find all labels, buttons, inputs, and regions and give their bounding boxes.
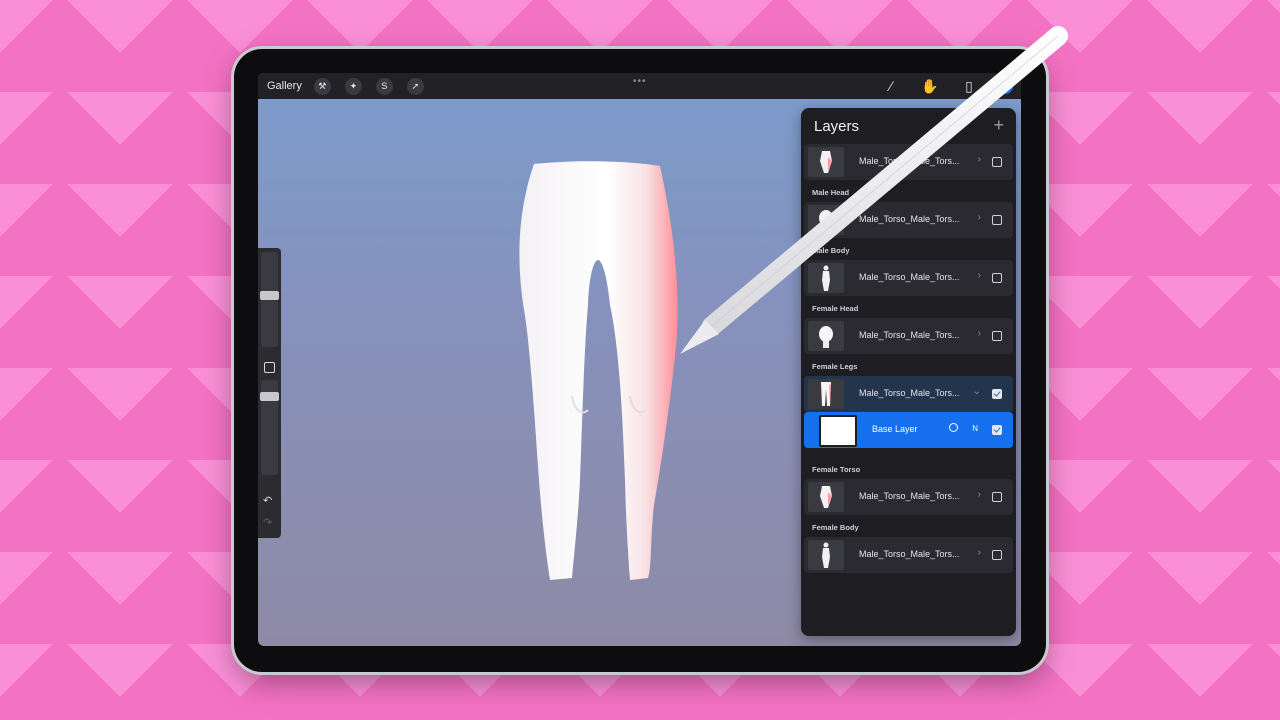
chevron-down-icon[interactable]: ⌄: [973, 386, 981, 397]
torso-thumbnail-icon: [808, 482, 844, 512]
layer-row[interactable]: Male_Torso_Male_Tors... ›: [804, 144, 1013, 180]
brush-icon[interactable]: ∕: [881, 76, 901, 96]
visibility-checkbox[interactable]: [992, 215, 1002, 225]
visibility-checkbox[interactable]: [992, 331, 1002, 341]
transform-arrow-icon[interactable]: ➚: [406, 77, 424, 95]
layers-header: Layers +: [801, 108, 1016, 144]
layer-name: Male_Torso_Male_Tors...: [859, 330, 960, 340]
layer-name: Male_Torso_Male_Tors...: [859, 214, 960, 224]
reference-icon[interactable]: [949, 423, 958, 432]
group-label[interactable]: Male Head: [801, 180, 1016, 202]
selection-icon[interactable]: S: [375, 77, 393, 95]
visibility-checkbox[interactable]: [992, 425, 1002, 435]
visibility-checkbox[interactable]: [992, 157, 1002, 167]
layer-row[interactable]: Male_Torso_Male_Tors... ›: [804, 479, 1013, 515]
layer-row[interactable]: Male_Torso_Male_Tors... ›: [804, 537, 1013, 573]
chevron-right-icon[interactable]: ›: [978, 154, 981, 165]
torso-thumbnail-icon: [808, 147, 844, 177]
visibility-checkbox[interactable]: [992, 492, 1002, 502]
add-layer-button[interactable]: +: [993, 115, 1004, 136]
group-label[interactable]: Female Legs: [801, 354, 1016, 376]
chevron-right-icon[interactable]: ›: [978, 270, 981, 281]
color-picker-button[interactable]: [997, 78, 1013, 94]
legs-thumbnail-icon: [808, 379, 844, 409]
opacity-thumb[interactable]: [260, 392, 279, 401]
layers-panel: Layers + Male_Torso_Male_Tors... › Male …: [801, 108, 1016, 636]
body-thumbnail-icon: [808, 540, 844, 570]
redo-icon[interactable]: ↷: [263, 516, 272, 529]
group-label[interactable]: Female Head: [801, 296, 1016, 318]
drag-handle-icon[interactable]: •••: [633, 76, 647, 87]
layer-row[interactable]: Male_Torso_Male_Tors... ›: [804, 202, 1013, 238]
head-thumbnail-icon: [808, 321, 844, 351]
base-layer-thumbnail: [819, 415, 857, 447]
body-thumbnail-icon: [808, 263, 844, 293]
layers-title: Layers: [814, 118, 860, 135]
undo-icon[interactable]: ↶: [263, 494, 272, 507]
layer-row[interactable]: Male_Torso_Male_Tors... ›: [804, 260, 1013, 296]
legs-3d-model[interactable]: [512, 160, 687, 585]
layer-row-expanded[interactable]: Male_Torso_Male_Tors... ⌄: [804, 376, 1013, 412]
visibility-checkbox[interactable]: [992, 273, 1002, 283]
top-toolbar: Gallery ⚒ ✦ S ➚ ••• ∕ ✋ ▯: [258, 73, 1021, 99]
base-layer-name: Base Layer: [872, 424, 918, 434]
modify-button[interactable]: [264, 362, 275, 373]
visibility-checkbox[interactable]: [992, 550, 1002, 560]
brush-size-thumb[interactable]: [260, 291, 279, 300]
group-label[interactable]: Female Torso: [801, 457, 1016, 479]
eraser-icon[interactable]: ▯: [959, 76, 979, 96]
head-thumbnail-icon: [808, 205, 844, 235]
visibility-checkbox[interactable]: [992, 389, 1002, 399]
chevron-right-icon[interactable]: ›: [978, 328, 981, 339]
wrench-icon[interactable]: ⚒: [313, 77, 331, 95]
layer-name: Male_Torso_Male_Tors...: [859, 156, 960, 166]
blend-mode-label[interactable]: N: [972, 424, 978, 433]
chevron-right-icon[interactable]: ›: [978, 547, 981, 558]
layer-name: Male_Torso_Male_Tors...: [859, 388, 960, 398]
base-layer-row[interactable]: Base Layer N: [804, 412, 1013, 448]
chevron-right-icon[interactable]: ›: [978, 489, 981, 500]
smudge-icon[interactable]: ✋: [920, 76, 940, 96]
layer-name: Male_Torso_Male_Tors...: [859, 491, 960, 501]
brush-sidebar: ↶ ↷: [258, 248, 281, 538]
layer-name: Male_Torso_Male_Tors...: [859, 272, 960, 282]
layer-row[interactable]: Male_Torso_Male_Tors... ›: [804, 318, 1013, 354]
group-label[interactable]: Male Body: [801, 238, 1016, 260]
group-label[interactable]: Female Body: [801, 515, 1016, 537]
magic-wand-icon[interactable]: ✦: [344, 77, 362, 95]
procreate-screen: Gallery ⚒ ✦ S ➚ ••• ∕ ✋ ▯ ↶ ↷ Layers + M…: [258, 73, 1021, 646]
chevron-right-icon[interactable]: ›: [978, 212, 981, 223]
painting-tools: ∕ ✋ ▯: [862, 76, 1013, 96]
layer-name: Male_Torso_Male_Tors...: [859, 549, 960, 559]
gallery-button[interactable]: Gallery: [267, 80, 302, 92]
